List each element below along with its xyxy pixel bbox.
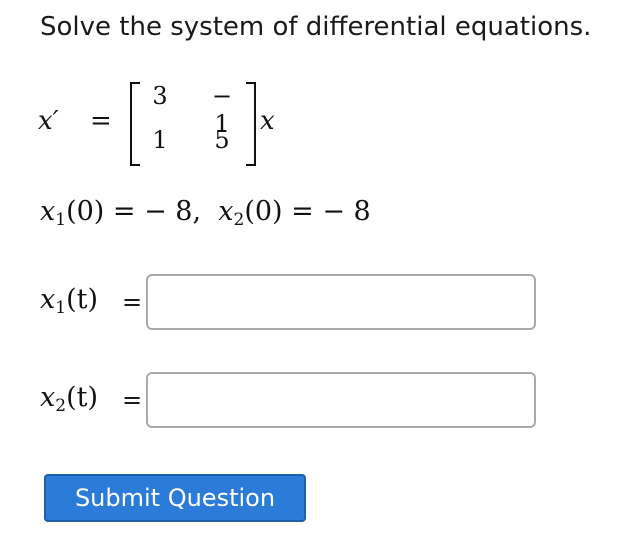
coefficient-matrix: 3 − 1 1 5 — [130, 82, 304, 166]
equation-equals: = — [90, 106, 112, 136]
matrix-cell-2-1: 1 — [152, 126, 168, 154]
matrix-left-bracket — [130, 82, 140, 166]
answer-x2-sub: 2 — [55, 396, 67, 416]
answer-x1-equals: = — [122, 288, 143, 316]
matrix-cell-2-2: 5 — [214, 126, 230, 154]
equation-rhs-variable: x — [260, 106, 275, 136]
question-prompt: Solve the system of differential equatio… — [40, 12, 592, 42]
answer-x1-arg: (t) — [66, 284, 98, 315]
equation-lhs: x′ — [38, 106, 59, 136]
answer-x2-equals: = — [122, 386, 143, 414]
ic-x1-sub: 1 — [55, 210, 67, 230]
submit-question-button[interactable]: Submit Question — [44, 474, 306, 522]
x2-answer-input[interactable] — [146, 372, 536, 428]
ic-x1-var: x — [40, 196, 56, 227]
ic-x1-arg: (0) — [66, 196, 105, 227]
differential-equation: x′ = 3 − 1 1 5 x — [38, 80, 338, 170]
matrix-cell-1-1: 3 — [152, 82, 168, 110]
x1-answer-input[interactable] — [146, 274, 536, 330]
matrix-right-bracket — [246, 82, 256, 166]
answer-row-x2: x2(t) = — [40, 372, 560, 432]
ic-x2-var: x — [218, 196, 234, 227]
ic-x2-sub: 2 — [233, 210, 245, 230]
answer-x1-sub: 1 — [55, 298, 67, 318]
ic-x1-value: = − 8, — [104, 196, 202, 227]
answer-x2-arg: (t) — [66, 382, 98, 413]
initial-conditions: x1(0) = − 8, x2(0) = − 8 — [40, 196, 371, 230]
ic-x2-arg: (0) — [244, 196, 283, 227]
ic-x2-value: = − 8 — [282, 196, 371, 227]
answer-row-x1: x1(t) = — [40, 274, 560, 334]
answer-x2-var: x — [40, 382, 56, 413]
answer-label-x2: x2(t) — [40, 382, 98, 416]
answer-x1-var: x — [40, 284, 56, 315]
answer-label-x1: x1(t) — [40, 284, 98, 318]
